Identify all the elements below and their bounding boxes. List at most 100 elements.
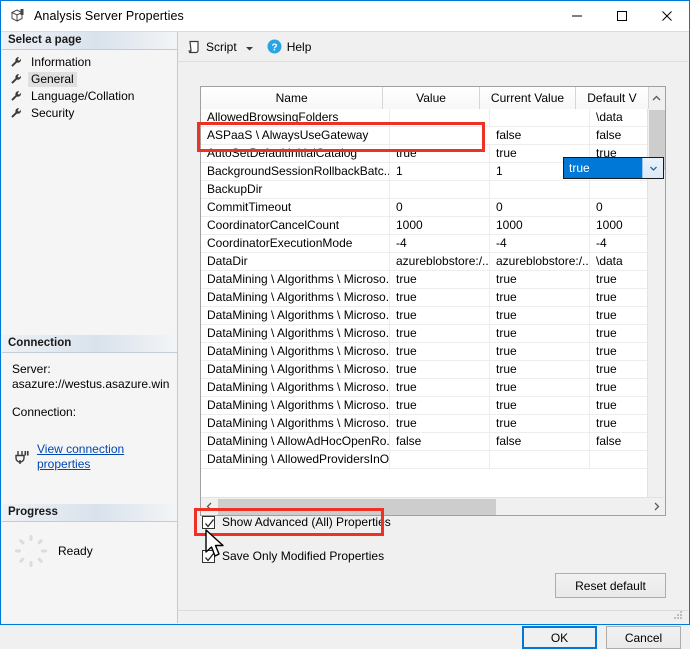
table-row[interactable]: BackupDir [201,181,665,199]
property-name-cell[interactable]: CommitTimeout [201,199,390,216]
table-row[interactable]: DataMining \ Algorithms \ Microso...true… [201,325,665,343]
property-value-cell[interactable]: 0 [390,199,490,216]
column-header-current-value[interactable]: Current Value [480,87,576,109]
property-value-cell[interactable]: true [390,145,490,162]
property-current-value-cell[interactable]: true [490,289,590,306]
property-name-cell[interactable]: DataMining \ Algorithms \ Microso... [201,361,390,378]
column-header-value[interactable]: Value [383,87,479,109]
property-current-value-cell[interactable]: false [490,433,590,450]
property-current-value-cell[interactable]: 0 [490,199,590,216]
maximize-button[interactable] [599,1,644,31]
value-combobox-editor[interactable]: true [563,157,664,179]
show-advanced-properties-row[interactable]: Show Advanced (All) Properties [202,515,391,529]
property-current-value-cell[interactable]: true [490,343,590,360]
property-current-value-cell[interactable]: 1000 [490,217,590,234]
view-connection-properties-row[interactable]: View connection properties [12,442,169,472]
table-row[interactable]: DataMining \ Algorithms \ Microso...true… [201,361,665,379]
property-value-cell[interactable]: true [390,379,490,396]
property-name-cell[interactable]: DataMining \ AllowAdHocOpenRo... [201,433,390,450]
property-name-cell[interactable]: AutoSetDefaultInitialCatalog [201,145,390,162]
property-value-cell[interactable]: true [390,307,490,324]
property-value-cell[interactable] [390,451,490,468]
property-current-value-cell[interactable]: true [490,271,590,288]
table-row[interactable]: CommitTimeout000 [201,199,665,217]
table-row[interactable]: DataMining \ Algorithms \ Microso...true… [201,307,665,325]
table-row[interactable]: DataMining \ Algorithms \ Microso...true… [201,415,665,433]
property-current-value-cell[interactable]: true [490,307,590,324]
property-current-value-cell[interactable]: -4 [490,235,590,252]
property-value-cell[interactable] [390,109,490,126]
property-value-cell[interactable] [390,181,490,198]
sidebar-item-language-collation[interactable]: Language/Collation [2,88,177,105]
view-connection-properties-link[interactable]: View connection properties [37,442,169,472]
cancel-button[interactable]: Cancel [606,626,681,649]
table-row[interactable]: DataMining \ Algorithms \ Microso...true… [201,271,665,289]
property-name-cell[interactable]: AllowedBrowsingFolders [201,109,390,126]
horizontal-scrollbar[interactable] [201,497,665,515]
property-value-cell[interactable]: -4 [390,235,490,252]
property-value-cell[interactable]: true [390,289,490,306]
script-button[interactable]: Script [183,36,258,58]
table-row[interactable]: DataMining \ Algorithms \ Microso...true… [201,379,665,397]
property-current-value-cell[interactable]: false [490,127,590,144]
property-value-cell[interactable]: true [390,271,490,288]
scroll-right-button[interactable] [648,499,665,515]
table-row[interactable]: CoordinatorExecutionMode-4-4-4 [201,235,665,253]
reset-default-button[interactable]: Reset default [555,573,666,598]
property-name-cell[interactable]: DataMining \ Algorithms \ Microso... [201,289,390,306]
table-row[interactable]: AllowedBrowsingFolders\data [201,109,665,127]
minimize-button[interactable] [554,1,599,31]
property-current-value-cell[interactable]: true [490,361,590,378]
property-current-value-cell[interactable]: azureblobstore:/... [490,253,590,270]
property-name-cell[interactable]: DataMining \ Algorithms \ Microso... [201,415,390,432]
property-current-value-cell[interactable]: true [490,415,590,432]
property-value-cell[interactable]: true [390,397,490,414]
scroll-up-button[interactable] [648,87,665,109]
property-name-cell[interactable]: ASPaaS \ AlwaysUseGateway [201,127,390,144]
help-button[interactable]: ? Help [263,36,316,58]
property-name-cell[interactable]: DataDir [201,253,390,270]
property-value-cell[interactable]: true [390,415,490,432]
property-value-cell[interactable]: true [390,343,490,360]
sidebar-item-information[interactable]: Information [2,54,177,71]
property-current-value-cell[interactable]: true [490,397,590,414]
property-current-value-cell[interactable]: true [490,379,590,396]
table-row[interactable]: DataDirazureblobstore:/...azureblobstore… [201,253,665,271]
column-header-default-value[interactable]: Default V [576,87,647,109]
combobox-chevron-down-icon[interactable] [642,158,663,178]
horizontal-scrollbar-thumb[interactable] [218,499,496,515]
save-only-modified-properties-row[interactable]: Save Only Modified Properties [202,549,384,563]
table-row[interactable]: DataMining \ Algorithms \ Microso...true… [201,289,665,307]
horizontal-scrollbar-track[interactable] [218,499,648,515]
sidebar-item-security[interactable]: Security [2,105,177,122]
property-value-cell[interactable]: azureblobstore:/... [390,253,490,270]
property-current-value-cell[interactable] [490,451,590,468]
table-row[interactable]: DataMining \ AllowedProvidersInO... [201,451,665,469]
property-name-cell[interactable]: BackupDir [201,181,390,198]
property-name-cell[interactable]: CoordinatorCancelCount [201,217,390,234]
property-name-cell[interactable]: DataMining \ Algorithms \ Microso... [201,343,390,360]
scroll-left-button[interactable] [201,499,218,515]
property-name-cell[interactable]: BackgroundSessionRollbackBatc... [201,163,390,180]
property-name-cell[interactable]: DataMining \ Algorithms \ Microso... [201,397,390,414]
ok-button[interactable]: OK [522,626,597,649]
property-current-value-cell[interactable] [490,181,590,198]
property-name-cell[interactable]: DataMining \ Algorithms \ Microso... [201,307,390,324]
property-name-cell[interactable]: CoordinatorExecutionMode [201,235,390,252]
show-advanced-properties-checkbox[interactable] [202,516,215,529]
property-value-cell[interactable]: true [390,325,490,342]
property-value-cell[interactable]: true [390,361,490,378]
table-row[interactable]: ASPaaS \ AlwaysUseGatewaytruefalsefalse [201,127,665,145]
column-header-name[interactable]: Name [201,87,383,109]
property-current-value-cell[interactable]: true [490,325,590,342]
sidebar-item-general[interactable]: General [2,71,177,88]
property-value-cell[interactable]: 1 [390,163,490,180]
property-value-cell[interactable]: false [390,433,490,450]
property-name-cell[interactable]: DataMining \ Algorithms \ Microso... [201,325,390,342]
combobox-selected-value[interactable]: true [564,158,642,178]
property-name-cell[interactable]: DataMining \ Algorithms \ Microso... [201,379,390,396]
property-name-cell[interactable]: DataMining \ Algorithms \ Microso... [201,271,390,288]
property-name-cell[interactable]: DataMining \ AllowedProvidersInO... [201,451,390,468]
property-value-cell[interactable]: 1000 [390,217,490,234]
chevron-down-icon[interactable] [245,42,254,51]
